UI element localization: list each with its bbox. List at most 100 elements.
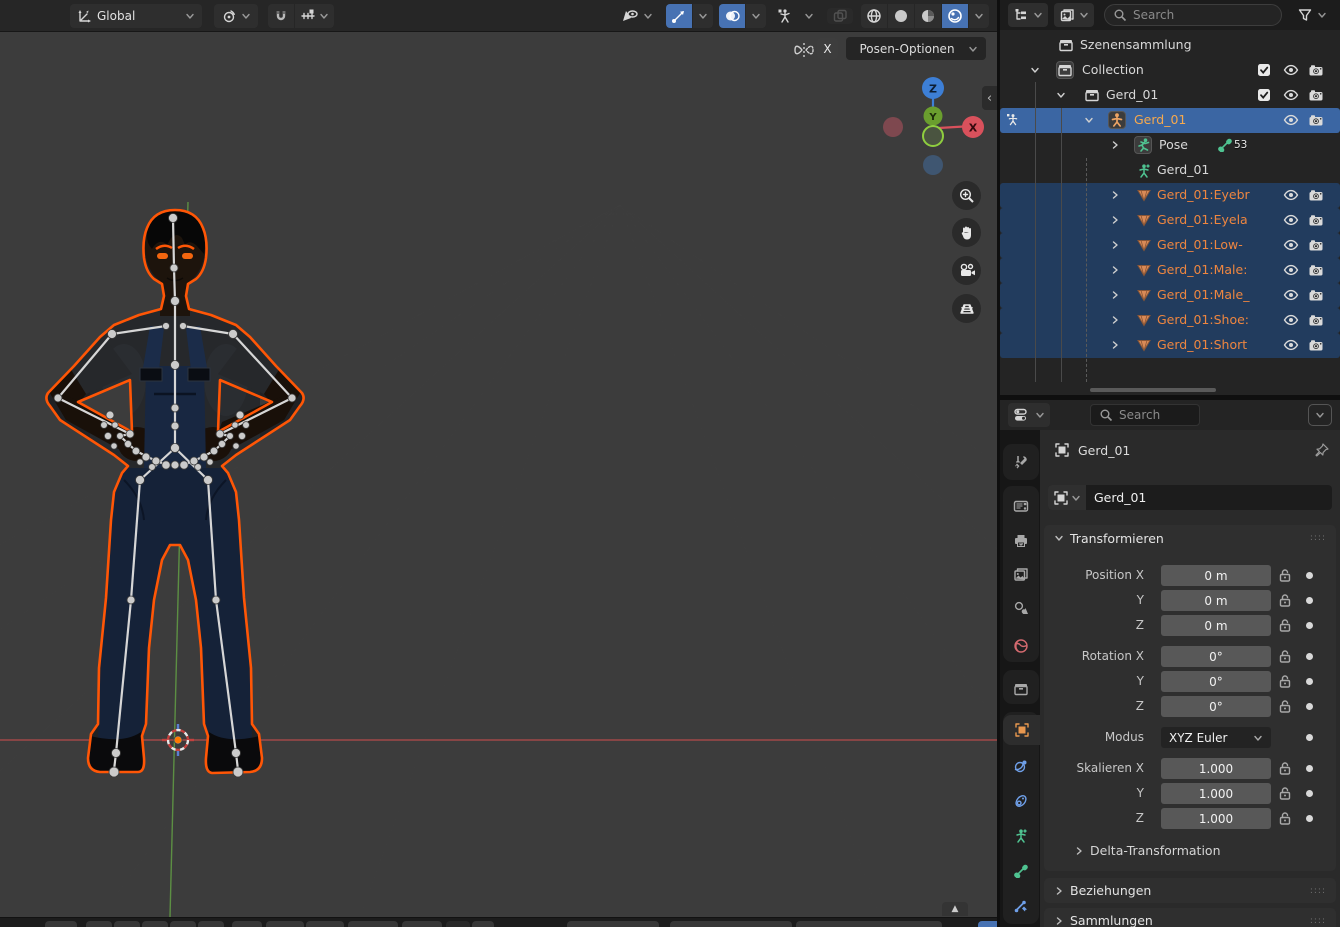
camera-icon[interactable]	[1308, 289, 1324, 302]
camera-icon[interactable]	[1308, 239, 1324, 252]
outliner-row-gerd-01[interactable]: Gerd_01	[1000, 108, 1340, 133]
delta-transform-header[interactable]: Delta-Transformation	[1074, 843, 1221, 858]
camera-icon[interactable]	[1308, 214, 1324, 227]
transform-orientation-dropdown[interactable]: Global	[70, 4, 202, 28]
outliner-row-gerd-01[interactable]: Gerd_01	[1000, 83, 1340, 108]
timeline-button-top[interactable]	[446, 921, 470, 927]
object-name-field[interactable]: Gerd_01	[1048, 485, 1332, 510]
transform-panel-header[interactable]: Transformieren ::::	[1044, 525, 1336, 551]
pose-display-dropdown[interactable]	[799, 4, 819, 28]
eye-icon[interactable]	[1283, 239, 1299, 251]
animate-dot[interactable]	[1306, 572, 1313, 579]
chevron-down-icon[interactable]	[1030, 65, 1040, 75]
properties-options-dropdown[interactable]	[1308, 404, 1332, 426]
lock-open-icon[interactable]	[1278, 618, 1292, 633]
chevron-down-icon[interactable]	[1084, 115, 1094, 125]
value-field[interactable]: 0°	[1161, 696, 1271, 717]
timeline-button-top[interactable]	[796, 921, 942, 927]
timeline-button-top[interactable]	[170, 921, 196, 927]
outliner-row-gerd-01-eyela[interactable]: Gerd_01:Eyela	[1000, 208, 1340, 233]
animate-dot[interactable]	[1306, 703, 1313, 710]
editor-type-dropdown[interactable]	[1008, 403, 1050, 427]
outliner-row-collection[interactable]: Collection	[1000, 58, 1340, 83]
outliner-row-gerd-01-eyebr[interactable]: Gerd_01:Eyebr	[1000, 183, 1340, 208]
shading-options-dropdown[interactable]	[969, 4, 989, 28]
orthographic-button[interactable]	[952, 294, 981, 323]
timeline-button-top[interactable]	[266, 921, 304, 927]
pivot-point-dropdown[interactable]	[214, 4, 258, 28]
timeline-button-top[interactable]	[142, 921, 168, 927]
chevron-right-icon[interactable]	[1110, 290, 1120, 300]
exclude-checkbox[interactable]	[1257, 88, 1271, 102]
properties-tab-armature-data[interactable]	[1003, 821, 1039, 851]
timeline-button-top[interactable]	[567, 921, 659, 927]
pose-options-dropdown[interactable]: Posen-Optionen	[846, 37, 986, 60]
timeline-button-top[interactable]	[198, 921, 224, 927]
lock-open-icon[interactable]	[1278, 786, 1292, 801]
snap-settings-dropdown[interactable]	[295, 4, 334, 28]
value-field[interactable]: 1.000	[1161, 808, 1271, 829]
animate-dot[interactable]	[1306, 734, 1313, 741]
properties-tab-tool[interactable]	[1003, 447, 1039, 477]
timeline-button-top[interactable]	[978, 921, 997, 927]
camera-icon[interactable]	[1308, 64, 1324, 77]
display-mode-dropdown[interactable]	[1054, 3, 1094, 27]
value-field[interactable]: 1.000	[1161, 783, 1271, 804]
outliner-search-input[interactable]: Search	[1104, 4, 1282, 26]
camera-icon[interactable]	[1308, 339, 1324, 352]
rotation-mode-dropdown[interactable]: XYZ Euler	[1161, 727, 1271, 748]
lock-open-icon[interactable]	[1278, 811, 1292, 826]
gizmo-options-dropdown[interactable]	[693, 4, 713, 28]
snap-toggle-button[interactable]	[268, 4, 294, 28]
horizontal-scrollbar[interactable]	[1090, 388, 1216, 392]
camera-icon[interactable]	[1308, 89, 1324, 102]
properties-search-input[interactable]: Search	[1090, 404, 1200, 426]
camera-icon[interactable]	[1308, 189, 1324, 202]
shading-solid-button[interactable]	[888, 4, 914, 28]
timeline-button-top[interactable]	[45, 921, 77, 927]
zoom-button[interactable]	[952, 181, 981, 210]
chevron-right-icon[interactable]	[1110, 265, 1120, 275]
show-overlays-toggle[interactable]	[719, 4, 745, 28]
value-field[interactable]: 0°	[1161, 671, 1271, 692]
mirror-x-toggle[interactable]: X	[817, 38, 838, 59]
outliner-row-gerd-01-male-[interactable]: Gerd_01:Male:	[1000, 258, 1340, 283]
drag-handle-icon[interactable]: ::::	[1310, 533, 1326, 543]
properties-tab-physics[interactable]	[1003, 751, 1039, 781]
lock-open-icon[interactable]	[1278, 649, 1292, 664]
chevron-right-icon[interactable]	[1110, 140, 1120, 150]
outliner-row-gerd-01[interactable]: Gerd_01	[1000, 158, 1340, 183]
animate-dot[interactable]	[1306, 765, 1313, 772]
chevron-right-icon[interactable]	[1110, 315, 1120, 325]
camera-icon[interactable]	[1308, 314, 1324, 327]
value-field[interactable]: 0 m	[1161, 615, 1271, 636]
chevron-right-icon[interactable]	[1110, 340, 1120, 350]
timeline-strip[interactable]	[0, 917, 997, 927]
chevron-down-icon[interactable]	[1056, 90, 1066, 100]
timeline-button-top[interactable]	[402, 921, 442, 927]
outliner-row-gerd-01-low-[interactable]: Gerd_01:Low-	[1000, 233, 1340, 258]
pan-button[interactable]	[952, 218, 981, 247]
properties-tab-scene[interactable]	[1003, 593, 1039, 623]
shading-wireframe-button[interactable]	[861, 4, 887, 28]
outliner-row-szenensammlung[interactable]: Szenensammlung	[1000, 33, 1340, 58]
animate-dot[interactable]	[1306, 653, 1313, 660]
timeline-button-top[interactable]	[306, 921, 344, 927]
properties-tab-view-layer[interactable]	[1003, 559, 1039, 589]
drag-handle-icon[interactable]: ::::	[1310, 886, 1326, 896]
pose-display-button[interactable]	[772, 4, 798, 28]
sidebar-collapse-tab[interactable]: ‹	[982, 86, 997, 110]
drag-handle-icon[interactable]: ::::	[1310, 916, 1326, 926]
lock-open-icon[interactable]	[1278, 674, 1292, 689]
lock-open-icon[interactable]	[1278, 761, 1292, 776]
shading-material-button[interactable]	[915, 4, 941, 28]
eye-icon[interactable]	[1283, 339, 1299, 351]
animate-dot[interactable]	[1306, 790, 1313, 797]
3d-cursor[interactable]	[162, 724, 194, 756]
eye-icon[interactable]	[1283, 264, 1299, 276]
pin-icon[interactable]	[1314, 442, 1330, 458]
eye-icon[interactable]	[1283, 114, 1299, 126]
outliner-row-pose[interactable]: Pose53	[1000, 133, 1340, 158]
value-field[interactable]: 0 m	[1161, 590, 1271, 611]
toggle-xray-button[interactable]	[827, 8, 853, 24]
